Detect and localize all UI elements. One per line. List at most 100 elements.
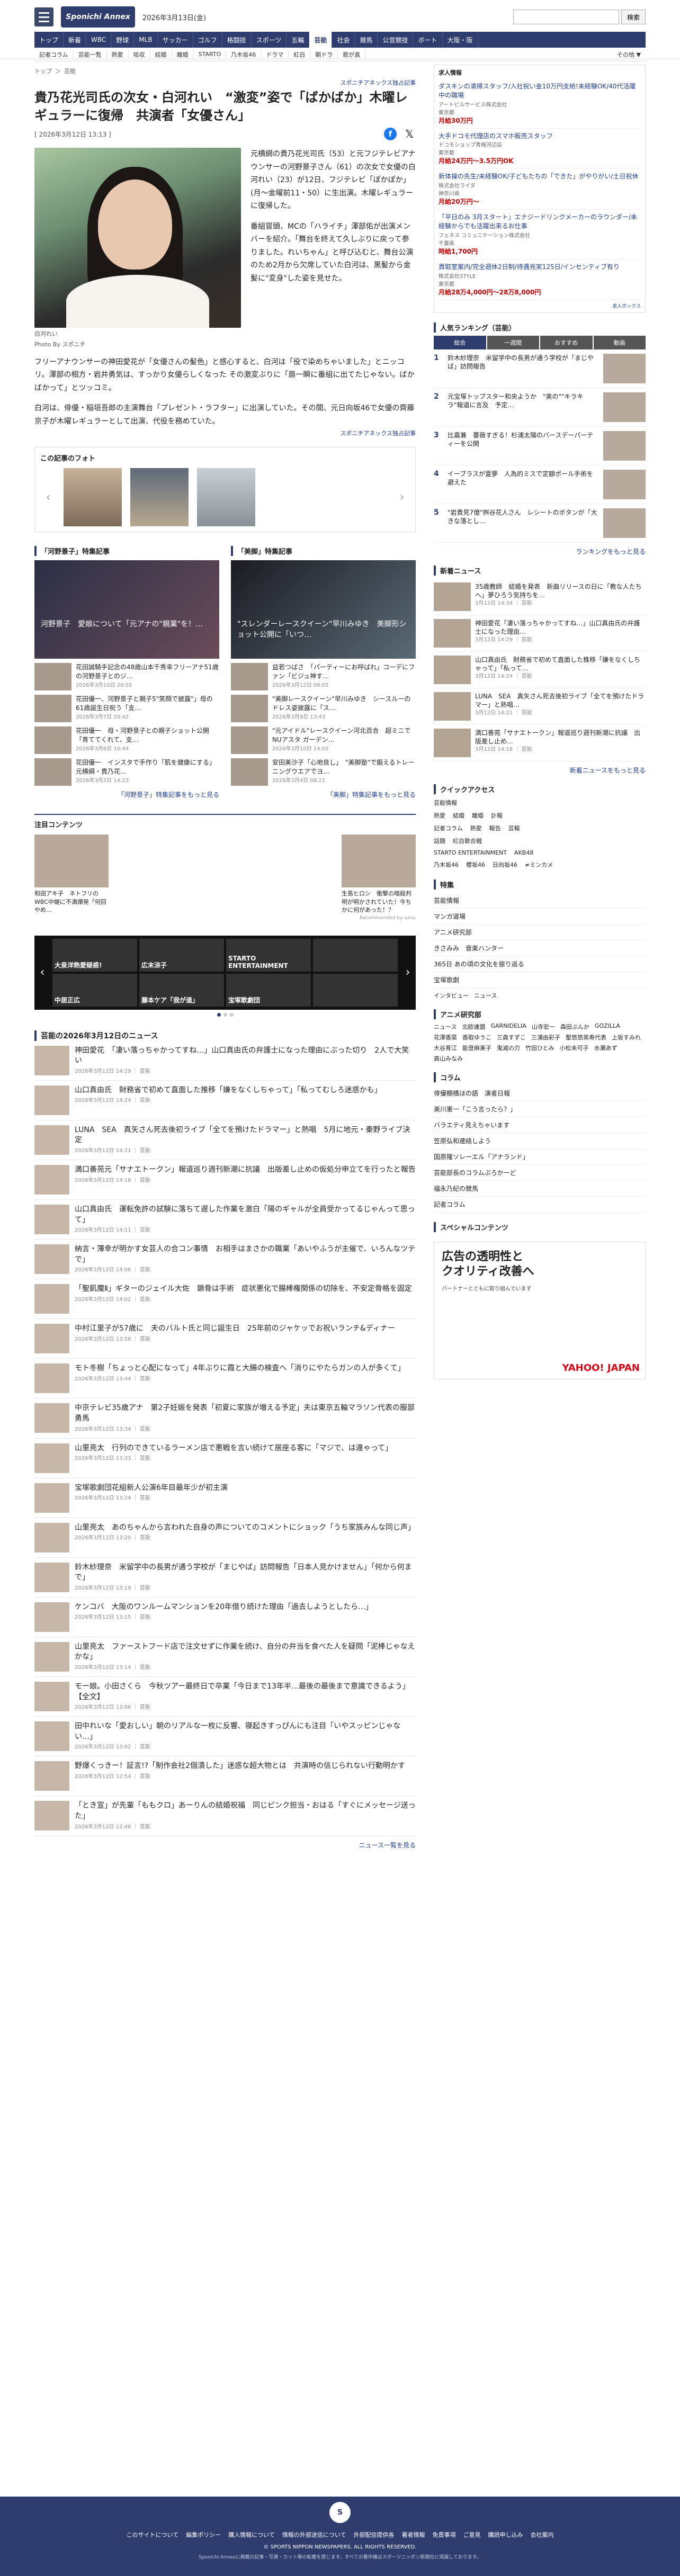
quick-link[interactable]: STARTO ENTERTAINMENT (434, 848, 507, 857)
quick-link[interactable]: 熱愛 (434, 810, 445, 821)
footer-link[interactable]: ご意見 (463, 2530, 481, 2539)
new-news-more[interactable]: 新着ニュースをもっと見る (434, 766, 646, 775)
quick-link[interactable]: 結婚 (453, 810, 464, 821)
nav-item[interactable]: 社会 (332, 32, 355, 48)
ranking-more[interactable]: ランキングをもっと見る (434, 547, 646, 556)
feature-more[interactable]: 「河野景子」特集記事をもっと見る (34, 790, 219, 799)
subnav-item[interactable]: 吸収 (129, 50, 150, 59)
nav-item[interactable]: 競馬 (355, 32, 378, 48)
footer-link[interactable]: 編集ポリシー (186, 2530, 221, 2539)
news-row[interactable]: 中京テレビ35歳アナ 第2子妊娠を発表「初夏に家族が増える予定」夫は東京五輪マラ… (34, 1398, 416, 1439)
anime-tag[interactable]: 三森すずこ (497, 1033, 526, 1042)
photo-thumb[interactable] (197, 468, 255, 527)
nav-item[interactable]: 芸能 (309, 32, 333, 48)
carousel-tile[interactable]: 中居正広 (52, 973, 137, 1007)
carousel-tile[interactable] (313, 938, 398, 972)
column-link[interactable]: 国原隆ソレーエル「アナランド」 (434, 1149, 646, 1165)
feature-item[interactable]: 花田優一、河野景子と親子5"笑顔で披露"」母の61歳誕生日祝う「支… 2026年3… (34, 695, 219, 723)
job-title[interactable]: 大手ドコモ代理店のスマホ販売スタッフ (439, 132, 641, 141)
news-row[interactable]: 山里亮太 行列のできているラーメン店で悪戦を言い続けて居座る客に「マジで、は違ゃ… (34, 1439, 416, 1478)
nav-item[interactable]: サッカー (158, 32, 193, 48)
subnav-item[interactable]: 朝ドラ (310, 50, 338, 59)
carousel-tile[interactable]: 大泉洋熱愛疑惑! (52, 938, 137, 972)
new-news-item[interactable]: 35歳教師 結婚を発表 新曲リリースの日に「教な人たちへ」夢ひろう気持ちを… 3月… (434, 579, 646, 615)
footer-link[interactable]: 購読申し込み (488, 2530, 523, 2539)
photo-thumb[interactable] (130, 468, 189, 527)
anime-tag[interactable]: 水瀬あず (594, 1044, 618, 1052)
anime-tag[interactable]: 竹田ひとみ (525, 1044, 554, 1052)
feature-banner[interactable]: "スレンダーレースクイーン"早川みゆき 美脚形ショット公開に「いつ… (231, 560, 416, 659)
anime-tag[interactable]: 上坂すみれ (612, 1033, 641, 1042)
footer-link[interactable]: 会社案内 (531, 2530, 554, 2539)
anime-tag[interactable]: 小松未可子 (560, 1044, 589, 1052)
subnav-item[interactable]: 離婚 (172, 50, 194, 59)
quick-link[interactable]: ≠ミンカメ (525, 859, 553, 870)
news-row[interactable]: 山口真由氏 財務省で初めて直面した推移「嫌をなくしちゃって」「私ってむしろ迷惑か… (34, 1081, 416, 1120)
ranking-item[interactable]: 3 比嘉兼 薔薇すぎる！杉浦太陽のバースデーパーティーを公開 (434, 427, 646, 465)
attention-item[interactable]: 生島ヒロシ 衝撃の暗殺判明が明かされていた！今ちかに何があった！？ (342, 834, 416, 914)
nav-item[interactable]: ゴルフ (193, 32, 222, 48)
new-news-item[interactable]: 神田愛花「凄い落っちゃかってすね…」山口真由氏の弁護士になった理由… 3月12日 … (434, 615, 646, 652)
ranking-item[interactable]: 5 "岩貴見7億"桝谷花人さん レシートのボタンが「大きな落とし… (434, 504, 646, 543)
special-link[interactable]: きさみみ 音楽ハンター (434, 940, 646, 956)
anime-tag[interactable]: 能登麻美子 (462, 1044, 491, 1052)
quick-link[interactable]: 乃木坂46 (434, 859, 459, 870)
article-photo[interactable]: 白河れい Photo By スポニチ (34, 148, 241, 348)
ranking-tab[interactable]: 総合 (434, 335, 486, 349)
news-row[interactable]: 納言・薄幸が明かす女芸人の合コン事情 お相手はまさかの職業「あいやふうが主催で、… (34, 1240, 416, 1280)
carousel-tile[interactable]: 宝塚歌劇団 (226, 973, 311, 1007)
anime-tag[interactable]: 三浦由彩子 (531, 1033, 560, 1042)
news-row[interactable]: 「とき宣」が先輩「ももクロ」あーりんの結婚祝福 同じピンク担当・おはる「すぐにメ… (34, 1796, 416, 1836)
anime-tag[interactable]: 北欧連盟 (462, 1022, 485, 1031)
news-row[interactable]: 宝塚歌劇団花組新人公演6年目最年少が初主演 2026年3月12日 13:24 ｜ … (34, 1478, 416, 1518)
quick-link[interactable]: 記者コラム (434, 823, 463, 833)
ranking-tab[interactable]: おすすめ (540, 335, 593, 349)
ranking-tab[interactable]: 動画 (593, 335, 646, 349)
nav-item[interactable]: 野球 (111, 32, 135, 48)
subnav-item[interactable]: 乃木坂46 (226, 50, 262, 59)
nav-item[interactable]: 新着 (64, 32, 87, 48)
job-listing[interactable]: 大手ドコモ代理店のスマホ販売スタッフ ドコモショップ青梅河辺店 東京都 月給24万円～… (439, 129, 641, 169)
news-row[interactable]: 山口真由氏 運転免許の試験に落ちて遅した作業を激白「陽のギャルが全員受かってるじ… (34, 1200, 416, 1240)
nav-item[interactable]: MLB (134, 32, 158, 48)
carousel-tile[interactable]: STARTO ENTERTAINMENT (226, 938, 311, 972)
footer-link[interactable]: 情報の外部送信について (282, 2530, 346, 2539)
news-row[interactable]: 山里亮太 ファーストフード店で注文せずに作業を続け、自分の弁当を食べた人を疑問「… (34, 1637, 416, 1677)
column-link[interactable]: 美川憲一「こう言ったら？」 (434, 1101, 646, 1117)
column-link[interactable]: 福永乃紀の競馬 (434, 1181, 646, 1197)
footer-logo[interactable]: S (329, 2502, 351, 2523)
quick-link[interactable]: 紅白歌合戦 (453, 836, 482, 846)
news-row[interactable]: 神田愛花 「凄い落っちゃかってすね…」山口真由氏の弁護士になった理由にぶった切り… (34, 1041, 416, 1081)
feature-more[interactable]: 「美脚」特集記事をもっと見る (231, 790, 416, 799)
subnav-more[interactable]: その他 ▼ (612, 50, 646, 59)
feature-item[interactable]: 安田美沙子「心地良し」 "美脚塾"で鍛えるトレーニングウエアでヨ… 2026年3月… (231, 758, 416, 786)
anime-tag[interactable]: 鬼滅の刃 (497, 1044, 520, 1052)
news-list-more[interactable]: ニュース一覧を見る (34, 1841, 416, 1850)
anime-tag[interactable]: 大谷育江 (434, 1044, 457, 1052)
job-listing[interactable]: 貴取室案内/完全週休2日制/待遇充実125日/インセンティブ有り 株式会社STYL… (439, 259, 641, 300)
quick-link[interactable]: 日向坂46 (493, 859, 517, 870)
subnav-item[interactable]: ドラマ (261, 50, 289, 59)
anime-tag[interactable]: 聖悠悠英寿代表 (566, 1033, 606, 1042)
quick-link[interactable]: 熱愛 (470, 823, 482, 833)
quick-link[interactable]: 櫻坂46 (466, 859, 485, 870)
feature-item[interactable]: "元アイドル"レースクイーン河北百合 超ミニでNUアスタ ガーデン… 2026年3… (231, 726, 416, 755)
news-row[interactable]: 中村江里子が57歳に 夫のバルト氏と同じ誕生日 25年前のジャケッでお祝いランチ… (34, 1319, 416, 1359)
subnav-item[interactable]: 熱愛 (107, 50, 129, 59)
footer-link[interactable]: 外部配信提供各 (354, 2530, 395, 2539)
facebook-icon[interactable]: f (384, 128, 397, 141)
quick-link[interactable]: 訃報 (491, 810, 503, 821)
quick-link[interactable]: 話題 (434, 836, 445, 846)
nav-item[interactable]: 五輪 (287, 32, 310, 48)
nav-item[interactable]: スポーツ (252, 32, 287, 48)
new-news-item[interactable]: 山口真由氏 財務省で初めて直面した推移「嫌をなくしちゃって」「私って… 3月12日… (434, 652, 646, 688)
footer-link[interactable]: 著者情報 (402, 2530, 425, 2539)
news-row[interactable]: 山里亮太 あのちゃんから言われた自身の声についてのコメントにショック「うち家族み… (34, 1518, 416, 1558)
quick-link[interactable]: AKB48 (514, 848, 533, 857)
photo-thumb[interactable] (64, 468, 122, 527)
news-row[interactable]: LUNA SEA 真矢さん死去後初ライブ「全てを預けたドラマー」と熱唱 5月に地… (34, 1120, 416, 1161)
ranking-item[interactable]: 4 イーブラスが霊夢 人為的ミスで定額ポール手術を避えた (434, 465, 646, 504)
news-row[interactable]: 田中れいな「愛おしい」朝のリアルな一枚に反響、寝起きすっぴんにも注目「いやスッピ… (34, 1717, 416, 1757)
search-button[interactable]: 検索 (621, 10, 646, 24)
carousel-tile[interactable]: 藤本ケア「我が道」 (139, 973, 224, 1007)
